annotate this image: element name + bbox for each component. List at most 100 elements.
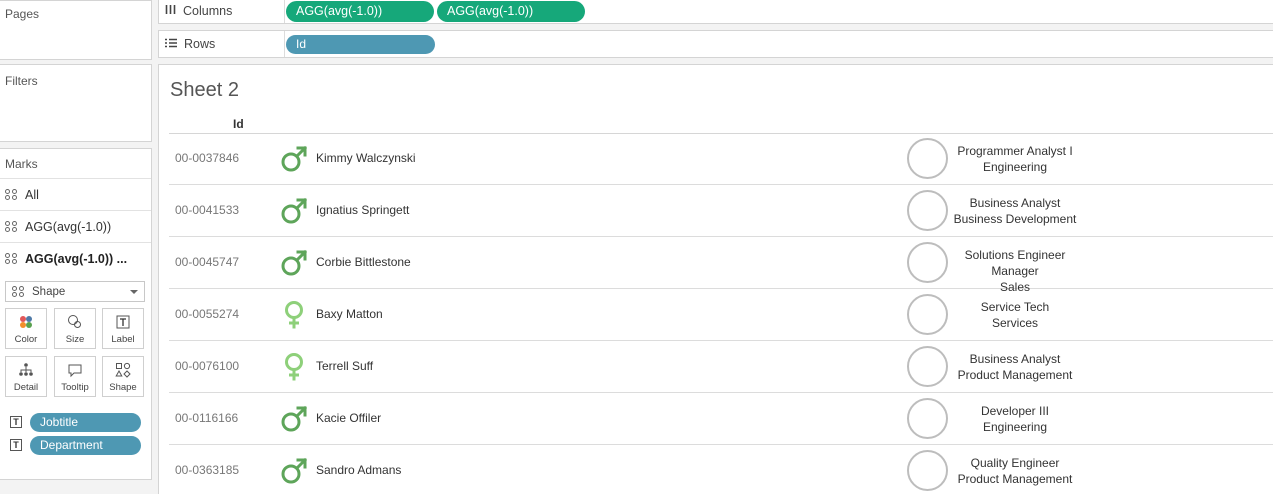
- row-label: Quality Engineer Product Management: [941, 455, 1089, 487]
- label-field-jobtitle[interactable]: T Jobtitle: [10, 412, 141, 432]
- text-icon: T: [10, 416, 22, 428]
- male-icon[interactable]: [281, 404, 308, 434]
- marks-tab-all[interactable]: All: [0, 178, 151, 210]
- shape-icon: [12, 285, 26, 298]
- row-label: Business Analyst Product Management: [941, 351, 1089, 383]
- row-name[interactable]: Terrell Suff: [316, 359, 373, 373]
- marks-tab-label: AGG(avg(-1.0)): [25, 219, 112, 234]
- row-department: Product Management: [957, 368, 1073, 382]
- marks-tab-label: AGG(avg(-1.0)) ...: [25, 251, 128, 266]
- row-label: Service Tech Services: [941, 299, 1089, 331]
- jobtitle-pill[interactable]: Jobtitle: [30, 412, 141, 432]
- color-button-label: Color: [14, 334, 38, 345]
- marks-tab-label: All: [25, 187, 39, 202]
- shelf-divider: [284, 31, 285, 57]
- text-icon: T: [10, 439, 22, 451]
- filters-title: Filters: [5, 74, 38, 88]
- male-icon[interactable]: [281, 144, 308, 174]
- row-jobtitle: Service Tech: [980, 300, 1050, 314]
- mark-type-dropdown[interactable]: Shape: [5, 281, 145, 302]
- row-department: Engineering: [982, 420, 1048, 434]
- row-name[interactable]: Baxy Matton: [316, 307, 383, 321]
- columns-label: Columns: [183, 4, 233, 18]
- marks-icon: [5, 188, 19, 201]
- row-department: Product Management: [957, 472, 1073, 486]
- shape-icon: [103, 362, 143, 378]
- row-id[interactable]: 00-0045747: [175, 255, 239, 269]
- shape-button-label: Shape: [109, 382, 137, 393]
- label-button-label: Label: [111, 334, 135, 345]
- sheet-title[interactable]: Sheet 2: [170, 79, 239, 102]
- table-row[interactable]: 00-0076100 Terrell Suff Business Analyst Pr…: [169, 341, 1273, 393]
- marks-card: Marks All AGG(avg(-1.0)) AGG(avg(-1.0)) …: [0, 148, 152, 480]
- pages-card[interactable]: Pages: [0, 0, 152, 60]
- tooltip-icon: [55, 362, 95, 378]
- columns-pill-2[interactable]: AGG(avg(-1.0)): [437, 1, 585, 22]
- size-icon: [55, 314, 95, 330]
- rows-shelf[interactable]: Rows Id: [158, 30, 1273, 58]
- pages-title: Pages: [5, 7, 40, 21]
- id-column-header[interactable]: Id: [233, 117, 244, 131]
- row-department: Services: [991, 316, 1038, 330]
- row-name[interactable]: Corbie Bittlestone: [316, 255, 411, 269]
- size-button[interactable]: Size: [54, 308, 96, 349]
- label-icon: [103, 314, 143, 330]
- rows-pill-id[interactable]: Id: [286, 35, 435, 54]
- row-id[interactable]: 00-0037846: [175, 151, 239, 165]
- detail-button-label: Detail: [13, 382, 39, 393]
- label-button[interactable]: Label: [102, 308, 144, 349]
- department-pill[interactable]: Department: [30, 435, 141, 455]
- marks-tab-agg-2[interactable]: AGG(avg(-1.0)) ...: [0, 242, 151, 274]
- row-jobtitle: Business Analyst: [969, 196, 1061, 210]
- color-icon: [6, 314, 46, 330]
- row-jobtitle: Solutions Engineer Manager: [964, 248, 1066, 278]
- shelf-divider: [284, 0, 285, 23]
- columns-shelf-label: Columns: [165, 0, 232, 23]
- row-id[interactable]: 00-0055274: [175, 307, 239, 321]
- table-row[interactable]: 00-0037846 Kimmy Walczynski Programmer Ana…: [169, 133, 1273, 185]
- female-icon[interactable]: [281, 300, 307, 330]
- table-row[interactable]: 00-0055274 Baxy Matton Service Tech Service…: [169, 289, 1273, 341]
- sheet-view: Sheet 2 Id 00-0037846 Kimmy Walczynski Pro…: [158, 64, 1273, 494]
- row-name[interactable]: Kacie Offiler: [316, 411, 381, 425]
- marks-icon: [5, 220, 19, 233]
- filters-card[interactable]: Filters: [0, 64, 152, 142]
- row-name[interactable]: Sandro Admans: [316, 463, 401, 477]
- detail-icon: [6, 362, 46, 378]
- marks-title: Marks: [5, 157, 38, 171]
- row-id[interactable]: 00-0116166: [175, 411, 238, 425]
- row-label: Developer III Engineering: [941, 403, 1089, 435]
- row-jobtitle: Developer III: [980, 404, 1050, 418]
- male-icon[interactable]: [281, 248, 308, 278]
- tooltip-button[interactable]: Tooltip: [54, 356, 96, 397]
- row-name[interactable]: Ignatius Springett: [316, 203, 409, 217]
- chevron-down-icon: [130, 290, 138, 294]
- columns-shelf[interactable]: Columns AGG(avg(-1.0)) AGG(avg(-1.0)): [158, 0, 1273, 24]
- row-id[interactable]: 00-0363185: [175, 463, 239, 477]
- shape-button[interactable]: Shape: [102, 356, 144, 397]
- table-row[interactable]: 00-0116166 Kacie Offiler Developer III Engi…: [169, 393, 1273, 445]
- female-icon[interactable]: [281, 352, 307, 382]
- detail-button[interactable]: Detail: [5, 356, 47, 397]
- row-jobtitle: Business Analyst: [969, 352, 1061, 366]
- row-jobtitle: Quality Engineer: [970, 456, 1060, 470]
- table-row[interactable]: 00-0045747 Corbie Bittlestone Solutions En…: [169, 237, 1273, 294]
- row-id[interactable]: 00-0076100: [175, 359, 239, 373]
- table-row[interactable]: 00-0041533 Ignatius Springett Business Ana…: [169, 185, 1273, 237]
- row-label: Programmer Analyst I Engineering: [941, 143, 1089, 175]
- marks-tab-agg-1[interactable]: AGG(avg(-1.0)): [0, 210, 151, 242]
- male-icon[interactable]: [281, 196, 308, 226]
- table-row[interactable]: 00-0363185 Sandro Admans Quality Engineer P…: [169, 445, 1273, 494]
- mark-type-value: Shape: [32, 285, 66, 298]
- row-id[interactable]: 00-0041533: [175, 203, 239, 217]
- label-field-department[interactable]: T Department: [10, 435, 141, 455]
- row-name[interactable]: Kimmy Walczynski: [316, 151, 416, 165]
- tooltip-button-label: Tooltip: [61, 382, 89, 393]
- male-icon[interactable]: [281, 456, 308, 486]
- rows-shelf-label: Rows: [165, 31, 215, 57]
- row-department: Engineering: [982, 160, 1048, 174]
- columns-pill-1[interactable]: AGG(avg(-1.0)): [286, 1, 434, 22]
- color-button[interactable]: Color: [5, 308, 47, 349]
- rows-label: Rows: [184, 37, 216, 51]
- columns-icon: [165, 4, 176, 18]
